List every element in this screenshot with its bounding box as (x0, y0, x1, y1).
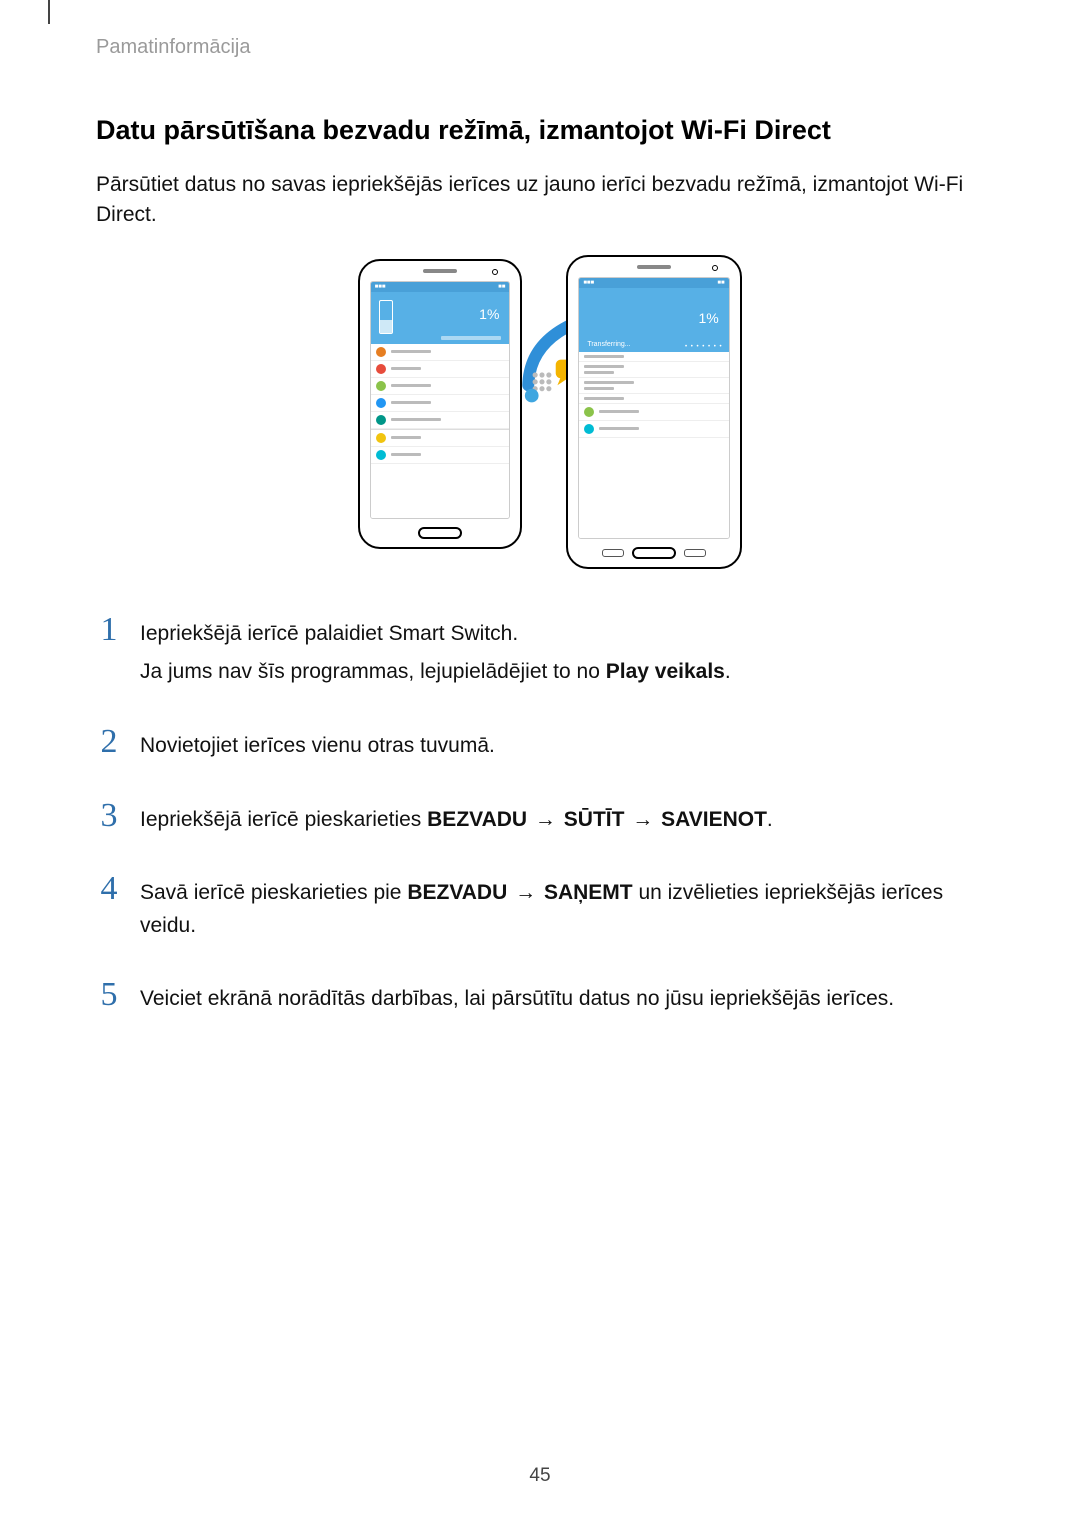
step-body: Veiciet ekrānā norādītās darbības, lai p… (140, 978, 894, 1022)
step-number: 4 (96, 872, 122, 906)
breadcrumb: Pamatinformācija (96, 36, 1004, 59)
bold-term: SAŅEMT (544, 881, 633, 904)
step-body: Iepriekšējā ierīcē palaidiet Smart Switc… (140, 613, 731, 695)
step-1: 1 Iepriekšējā ierīcē palaidiet Smart Swit… (96, 613, 1004, 695)
step-line: Iepriekšējā ierīcē palaidiet Smart Switc… (140, 618, 731, 651)
step-number: 5 (96, 978, 122, 1012)
intro-paragraph: Pārsūtiet datus no savas iepriekšējās ie… (96, 170, 1004, 231)
transfer-illustration: ■■■■■ 1% (96, 259, 1004, 569)
bold-term: BEZVADU (407, 881, 507, 904)
step-line: Ja jums nav šīs programmas, lejupielādēj… (140, 656, 731, 689)
bold-term: BEZVADU (427, 808, 527, 831)
step-line: Savā ierīcē pieskarieties pie BEZVADU → … (140, 877, 1004, 942)
step-number: 3 (96, 799, 122, 833)
page-content: Pamatinformācija Datu pārsūtīšana bezvad… (0, 0, 1080, 1022)
arrow-separator: → (527, 808, 564, 831)
step-line: Novietojiet ierīces vienu otras tuvumā. (140, 730, 495, 763)
step-3: 3 Iepriekšējā ierīcē pieskarieties BEZVAD… (96, 799, 1004, 843)
step-number: 1 (96, 613, 122, 647)
page-number: 45 (0, 1465, 1080, 1487)
step-4: 4 Savā ierīcē pieskarieties pie BEZVADU →… (96, 872, 1004, 948)
transfer-percent: 1% (479, 306, 499, 322)
step-line: Iepriekšējā ierīcē pieskarieties BEZVADU… (140, 804, 773, 837)
phone-new-device: ■■■■■ Transferring... 1% • • • • • • • (566, 255, 742, 569)
step-body: Savā ierīcē pieskarieties pie BEZVADU → … (140, 872, 1004, 948)
step-body: Iepriekšējā ierīcē pieskarieties BEZVADU… (140, 799, 773, 843)
section-heading: Datu pārsūtīšana bezvadu režīmā, izmanto… (96, 115, 1004, 146)
step-body: Novietojiet ierīces vienu otras tuvumā. (140, 725, 495, 769)
step-line: Veiciet ekrānā norādītās darbības, lai p… (140, 983, 894, 1016)
steps-list: 1 Iepriekšējā ierīcē palaidiet Smart Swit… (96, 613, 1004, 1022)
bold-term: Play veikals (606, 660, 725, 683)
page-margin-tick (48, 0, 50, 24)
arrow-separator: → (507, 881, 544, 904)
phone-previous-device: ■■■■■ 1% (358, 259, 522, 549)
arrow-separator: → (624, 808, 661, 831)
step-number: 2 (96, 725, 122, 759)
step-2: 2 Novietojiet ierīces vienu otras tuvumā. (96, 725, 1004, 769)
bold-term: SAVIENOT (661, 808, 767, 831)
bold-term: SŪTĪT (564, 808, 625, 831)
step-5: 5 Veiciet ekrānā norādītās darbības, lai … (96, 978, 1004, 1022)
transfer-percent-right: 1% (698, 310, 718, 326)
transfer-status-label: Transferring... (587, 341, 630, 348)
